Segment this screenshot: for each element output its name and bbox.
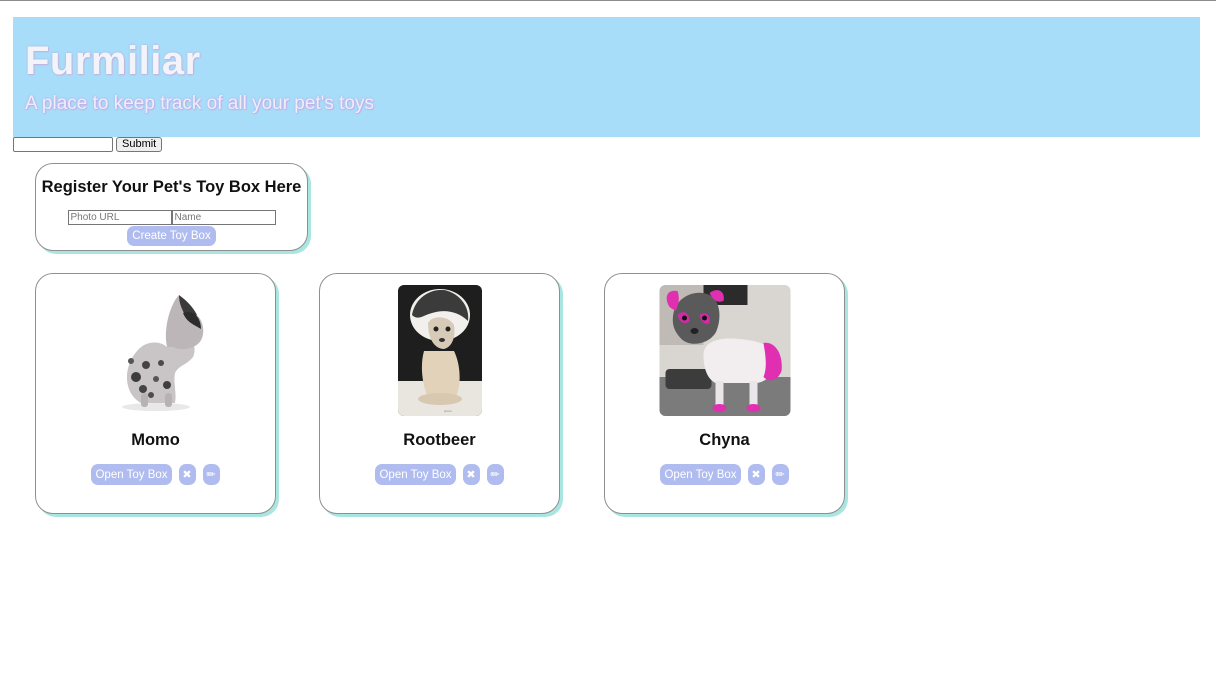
edit-button[interactable]: ✏ [202,464,220,485]
pet-actions: Open Toy Box ✖ ✏ [320,464,559,485]
close-icon: ✖ [466,469,476,481]
register-fields [36,210,307,225]
pet-photo-image [659,285,790,416]
search-input[interactable] [13,137,113,152]
edit-button[interactable]: ✏ [771,464,789,485]
pet-card-chyna: Chyna Open Toy Box ✖ ✏ [604,273,845,514]
pet-photo: photo [397,285,482,416]
edit-button[interactable]: ✏ [486,464,504,485]
svg-text:photo: photo [444,409,452,413]
open-toy-box-button[interactable]: Open Toy Box [660,464,741,485]
create-toy-box-button[interactable]: Create Toy Box [127,226,216,246]
pencil-icon: ✏ [490,469,500,481]
open-toy-box-button[interactable]: Open Toy Box [91,464,172,485]
open-toy-box-button[interactable]: Open Toy Box [375,464,456,485]
submit-button[interactable]: Submit [116,137,163,152]
pet-photo [100,285,211,416]
pet-card-momo: Momo Open Toy Box ✖ ✏ [35,273,276,514]
pet-name: Momo [131,431,180,449]
close-icon: ✖ [182,469,192,481]
close-icon: ✖ [751,469,761,481]
pencil-icon: ✏ [206,469,216,481]
pencil-icon: ✏ [775,469,785,481]
delete-button[interactable]: ✖ [747,464,765,485]
site-subtitle: A place to keep track of all your pet's … [25,93,374,114]
register-title: Register Your Pet's Toy Box Here [41,178,302,196]
search-form: Submit [13,137,163,152]
pet-name: Rootbeer [403,431,476,449]
pet-actions: Open Toy Box ✖ ✏ [605,464,844,485]
delete-button[interactable]: ✖ [178,464,196,485]
site-header: Furmiliar A place to keep track of all y… [13,17,1200,137]
name-input[interactable] [171,210,276,225]
pet-photo [659,285,790,416]
pet-photo-image [100,285,211,416]
site-title: Furmiliar [25,39,201,83]
pet-name: Chyna [699,431,750,449]
pet-card-rootbeer: photo Rootbeer Open Toy Box ✖ ✏ [319,273,560,514]
pet-actions: Open Toy Box ✖ ✏ [36,464,275,485]
delete-button[interactable]: ✖ [462,464,480,485]
register-card: Register Your Pet's Toy Box Here Create … [35,163,308,251]
pet-photo-image: photo [397,285,482,416]
photo-url-input[interactable] [67,210,172,225]
